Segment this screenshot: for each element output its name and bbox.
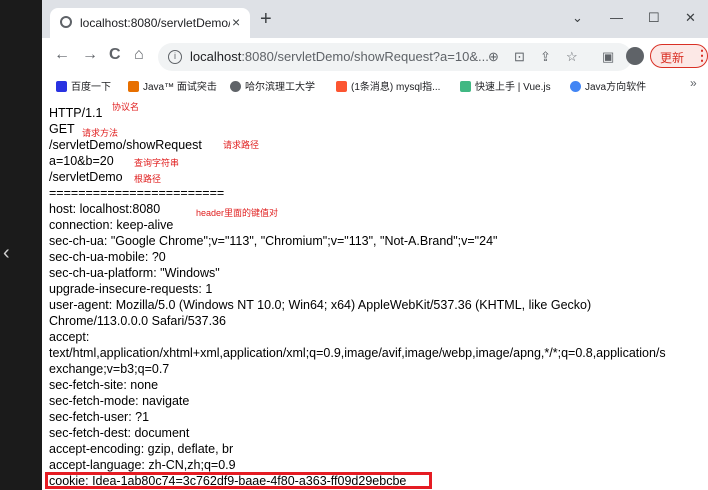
profile-avatar-icon[interactable] [626,47,644,65]
update-label: 更新 [660,51,685,65]
home-button[interactable]: ⌂ [134,46,144,64]
cloud-icon [570,81,581,92]
annotation-context: 根路径 [134,174,162,184]
annotation-method: 请求方法 [82,128,119,138]
header-line: accept: [49,330,90,344]
protocol-line: HTTP/1.1 [49,106,103,120]
tab-title: localhost:8080/servletDemo/sh [80,16,230,30]
csdn-icon [336,81,347,92]
java-icon [128,81,139,92]
url-text[interactable]: localhost:8080/servletDemo/showRequest?a… [190,49,490,64]
header-line: upgrade-insecure-requests: 1 [49,282,213,296]
bookmark-baidu[interactable]: 百度一下 [56,78,111,93]
translate-icon[interactable]: ⊡ [514,49,525,65]
header-line: accept-encoding: gzip, deflate, br [49,442,234,456]
header-line: user-agent: Mozilla/5.0 (Windows NT 10.0… [49,298,592,312]
toolbar: ← → C ⌂ i localhost:8080/servletDemo/sho… [42,38,708,74]
globe-icon [230,81,241,92]
header-line: sec-ch-ua: "Google Chrome";v="113", "Chr… [49,234,498,248]
annotation-path: 请求路径 [223,140,260,150]
header-line: connection: keep-alive [49,218,174,232]
query-string-line: a=10&b=20 [49,154,114,168]
forward-button[interactable]: → [82,46,98,64]
request-uri-line: /servletDemo/showRequest [49,138,202,152]
header-line: sec-ch-ua-platform: "Windows" [49,266,220,280]
header-line: exchange;v=b3;q=0.7 [49,362,170,376]
tab-bar: localhost:8080/servletDemo/sh × + ⌄ — ☐ … [42,0,708,38]
annotation-query: 查询字符串 [134,158,180,168]
bookmark-csdn[interactable]: (1条消息) mysql指... [336,78,440,93]
header-line: sec-fetch-mode: navigate [49,394,190,408]
globe-icon [60,16,72,28]
annotation-headers: header里面的键值对 [196,208,279,218]
site-info-icon[interactable]: i [168,50,182,64]
left-dark-strip: ‹ [0,0,42,490]
close-window-button[interactable]: ✕ [685,10,696,26]
baidu-icon [56,81,67,92]
bookmark-java-interview[interactable]: Java™ 面试突击 [128,78,217,93]
new-tab-button[interactable]: + [260,9,272,29]
header-line: sec-fetch-site: none [49,378,159,392]
page-content: HTTP/1.1 GET /servletDemo/showRequest a=… [42,96,708,490]
header-line: text/html,application/xhtml+xml,applicat… [49,346,666,360]
header-line: host: localhost:8080 [49,202,161,216]
tab-close-icon[interactable]: × [232,14,240,30]
side-panel-icon[interactable]: ▣ [602,49,614,65]
bookmarks-more-icon[interactable]: » [690,76,697,90]
address-bar[interactable]: i localhost:8080/servletDemo/showRequest… [158,43,632,71]
star-icon[interactable]: ☆ [566,49,578,65]
annotation-protocol: 协议名 [112,102,140,112]
cookie-highlight-box [45,472,432,489]
method-line: GET [49,122,75,136]
header-line: Chrome/113.0.0.0 Safari/537.36 [49,314,226,328]
browser-tab[interactable]: localhost:8080/servletDemo/sh × [50,8,250,38]
zoom-icon[interactable]: ⊕ [488,49,499,65]
bookmarks-bar: 百度一下 Java™ 面试突击 哈尔滨理工大学 (1条消息) mysql指...… [42,74,708,97]
bookmark-java-software[interactable]: Java方向软件 [570,78,646,93]
header-line: accept-language: zh-CN,zh;q=0.9 [49,458,236,472]
reload-button[interactable]: C [109,46,121,64]
previous-arrow-icon[interactable]: ‹ [3,243,10,263]
share-icon[interactable]: ⇪ [540,49,551,65]
minimize-button[interactable]: — [610,10,623,25]
back-button[interactable]: ← [54,46,70,64]
separator-line: ======================== [49,186,225,200]
header-line: sec-ch-ua-mobile: ?0 [49,250,166,264]
bookmark-vue[interactable]: 快速上手 | Vue.js [460,78,551,93]
tab-search-icon[interactable]: ⌄ [572,10,583,26]
maximize-button[interactable]: ☐ [648,10,660,26]
header-line: sec-fetch-user: ?1 [49,410,150,424]
header-line: sec-fetch-dest: document [49,426,190,440]
browser-window: localhost:8080/servletDemo/sh × + ⌄ — ☐ … [42,0,708,490]
vue-icon [460,81,471,92]
menu-dots-icon[interactable]: ⋮ [695,47,708,64]
context-path-line: /servletDemo [49,170,123,184]
bookmark-university[interactable]: 哈尔滨理工大学 [230,78,315,93]
update-button[interactable]: 更新 ⋮ [650,44,708,68]
